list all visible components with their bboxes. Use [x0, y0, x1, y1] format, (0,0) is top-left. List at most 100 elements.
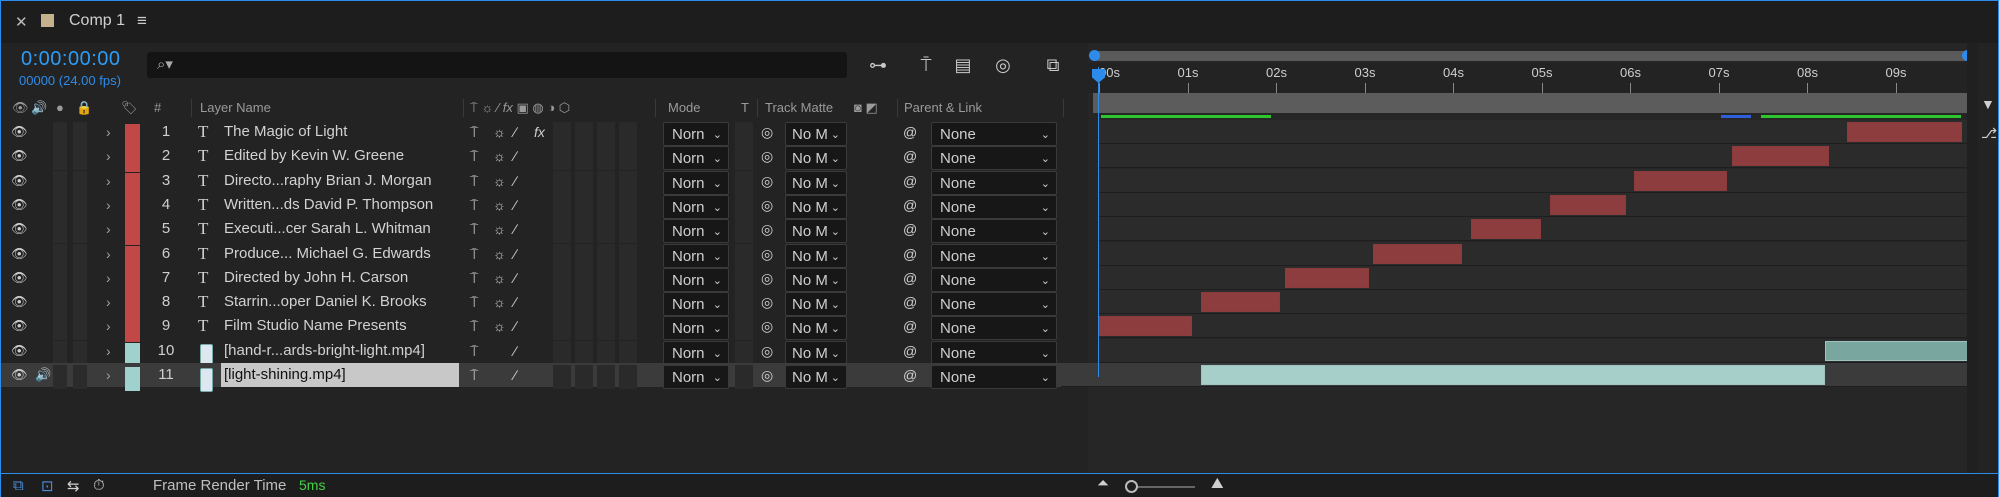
fx-switch-icon[interactable]: fx: [534, 120, 545, 144]
layer-row[interactable]: 👁 › 6 T Produce... Michael G. Edwards ⍑ ☼ ∕ Norn…: [1, 242, 1087, 270]
switch-toggle[interactable]: [575, 243, 593, 268]
parent-select[interactable]: None ⌄: [931, 194, 1057, 219]
solo-toggle[interactable]: [53, 219, 67, 244]
switch-toggle[interactable]: [619, 292, 637, 317]
solo-toggle[interactable]: [53, 146, 67, 171]
layer-row[interactable]: 👁 › 7 T Directed by John H. Carson ⍑ ☼ ∕ Norn ⌄ ◎ N…: [1, 266, 1087, 294]
preserve-transparency-toggle[interactable]: [735, 292, 753, 317]
layer-name[interactable]: Executi...cer Sarah L. Whitman: [224, 217, 462, 241]
switch-toggle[interactable]: [553, 316, 571, 341]
parent-select[interactable]: None ⌄: [931, 292, 1057, 317]
parent-select[interactable]: None ⌄: [931, 365, 1057, 389]
parent-pickwhip-icon[interactable]: @: [903, 363, 917, 387]
preserve-transparency-toggle[interactable]: [735, 267, 753, 292]
layer-duration-bar[interactable]: [1470, 219, 1542, 240]
preserve-transparency-toggle[interactable]: [735, 219, 753, 244]
quality-switch-icon[interactable]: ∕: [514, 290, 516, 314]
layer-name[interactable]: Film Studio Name Presents: [224, 314, 462, 338]
track-row[interactable]: [1099, 241, 1972, 266]
layer-row[interactable]: 👁 › 1 T The Magic of Light ⍑ ☼ ∕ fx Norn ⌄ ◎ No M ⌄ @ N…: [1, 120, 1087, 148]
current-time-display[interactable]: 0:00:00:00: [21, 48, 121, 71]
eye-icon[interactable]: 👁: [11, 266, 28, 290]
blend-mode-select[interactable]: Norn ⌄: [663, 340, 729, 365]
track-matte-pickwhip-icon[interactable]: ◎: [761, 290, 773, 314]
lock-toggle[interactable]: [73, 219, 87, 244]
layer-name[interactable]: [light-shining.mp4]: [221, 363, 459, 387]
track-row[interactable]: [1099, 144, 1972, 169]
switch-toggle[interactable]: [575, 267, 593, 292]
track-matte-pickwhip-icon[interactable]: ◎: [761, 266, 773, 290]
switch-toggle[interactable]: [619, 365, 637, 389]
track-row[interactable]: [1099, 314, 1972, 339]
layer-switches-toggle-icon[interactable]: ⧉: [13, 477, 24, 494]
track-matte-select[interactable]: No M ⌄: [785, 146, 847, 171]
quality-switch-icon[interactable]: ∕: [514, 266, 516, 290]
expand-chevron-icon[interactable]: ›: [106, 339, 111, 363]
quality-switch-icon[interactable]: ∕: [514, 314, 516, 338]
layer-duration-bar[interactable]: [1550, 194, 1626, 215]
time-navigator-bar[interactable]: [1089, 50, 1973, 61]
eye-icon[interactable]: 👁: [11, 339, 28, 363]
parent-select[interactable]: None ⌄: [931, 243, 1057, 268]
switch-toggle[interactable]: [553, 122, 571, 146]
parent-select[interactable]: None ⌄: [931, 267, 1057, 292]
expand-chevron-icon[interactable]: ›: [106, 144, 111, 168]
shy-switch-icon[interactable]: ⍑: [470, 120, 478, 144]
collapse-switch-icon[interactable]: ☼: [493, 217, 506, 241]
layer-name[interactable]: Directo...raphy Brian J. Morgan: [224, 169, 462, 193]
preserve-transparency-toggle[interactable]: [735, 365, 753, 389]
shy-switch-icon[interactable]: ⍑: [470, 314, 478, 338]
column-header-parent-link[interactable]: Parent & Link: [904, 100, 982, 115]
switch-toggle[interactable]: [597, 243, 615, 268]
layer-duration-bar[interactable]: [1634, 170, 1728, 191]
switch-toggle[interactable]: [597, 194, 615, 219]
parent-pickwhip-icon[interactable]: @: [903, 217, 917, 241]
layer-name[interactable]: The Magic of Light: [224, 120, 462, 144]
shy-switch-icon[interactable]: ⍑: [470, 266, 478, 290]
track-row[interactable]: [1099, 120, 1972, 144]
quality-switch-icon[interactable]: ∕: [514, 144, 516, 168]
track-row[interactable]: [1099, 192, 1972, 217]
preserve-transparency-toggle[interactable]: [735, 194, 753, 219]
eye-icon[interactable]: 👁: [11, 169, 28, 193]
switch-toggle[interactable]: [597, 219, 615, 244]
expand-chevron-icon[interactable]: ›: [106, 193, 111, 217]
lock-toggle[interactable]: [73, 146, 87, 171]
parent-select[interactable]: None ⌄: [931, 316, 1057, 341]
switch-toggle[interactable]: [575, 365, 593, 389]
layer-row[interactable]: 👁 › 8 T Starrin...oper Daniel K. Brooks ⍑ ☼ ∕ No…: [1, 290, 1087, 319]
zoom-in-icon[interactable]: ⛰: [1211, 475, 1224, 492]
in-out-toggle-icon[interactable]: ⇆: [67, 477, 80, 495]
preserve-transparency-toggle[interactable]: [735, 316, 753, 341]
layer-duration-bar[interactable]: [1099, 316, 1192, 337]
solo-toggle[interactable]: [53, 170, 67, 195]
layer-duration-bar[interactable]: [1373, 243, 1462, 264]
track-matte-select[interactable]: No M ⌄: [785, 122, 847, 146]
eye-icon[interactable]: 👁: [11, 120, 28, 144]
switch-toggle[interactable]: [575, 170, 593, 195]
track-row[interactable]: [1099, 168, 1972, 193]
track-matte-pickwhip-icon[interactable]: ◎: [761, 363, 773, 387]
expand-chevron-icon[interactable]: ›: [106, 290, 111, 314]
expand-chevron-icon[interactable]: ›: [106, 266, 111, 290]
solo-toggle[interactable]: [53, 316, 67, 341]
shy-switch-icon[interactable]: ⍑: [470, 290, 478, 314]
shy-switch-icon[interactable]: ⍑: [470, 217, 478, 241]
track-matte-select[interactable]: No M ⌄: [785, 292, 847, 317]
playhead-line[interactable]: [1098, 67, 1099, 377]
time-ruler[interactable]: 00s 01s 02s 03s 04s 05s 06s 07s 08s 09s: [1088, 63, 1978, 93]
close-icon[interactable]: ✕: [15, 13, 28, 31]
track-matte-pickwhip-icon[interactable]: ◎: [761, 193, 773, 217]
collapse-switch-icon[interactable]: ☼: [493, 144, 506, 168]
zoom-out-icon[interactable]: ⏶: [1097, 475, 1109, 492]
eye-icon[interactable]: 👁: [11, 363, 28, 387]
parent-select[interactable]: None ⌄: [931, 170, 1057, 195]
lock-toggle[interactable]: [73, 170, 87, 195]
track-matte-pickwhip-icon[interactable]: ◎: [761, 217, 773, 241]
collapse-switch-icon[interactable]: ☼: [493, 290, 506, 314]
layer-name[interactable]: [hand-r...ards-bright-light.mp4]: [224, 339, 462, 363]
column-header-track-matte[interactable]: Track Matte: [765, 100, 833, 115]
parent-pickwhip-icon[interactable]: @: [903, 242, 917, 266]
shy-switch-icon[interactable]: ⍑: [470, 242, 478, 266]
layer-search-input[interactable]: ⌕▾: [147, 52, 847, 78]
